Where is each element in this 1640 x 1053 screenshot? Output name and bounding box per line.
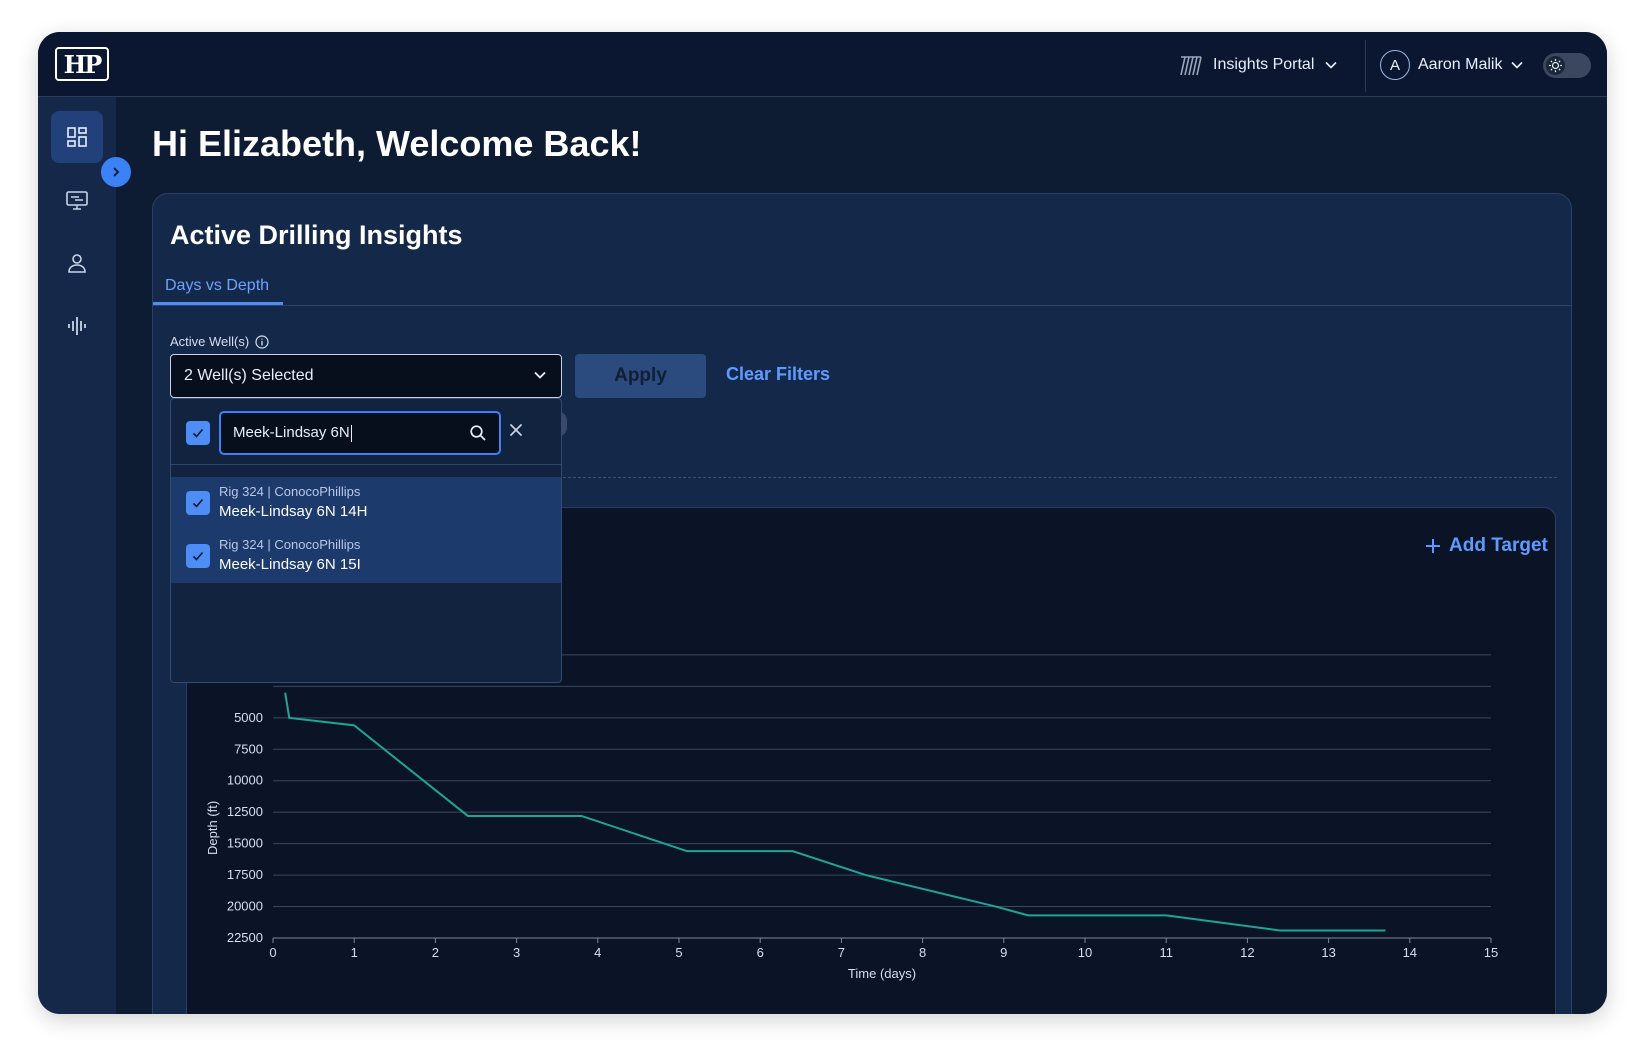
hp-logo[interactable]: HP (55, 47, 109, 81)
x-tick-label: 10 (1078, 945, 1092, 960)
sidebar-item-dashboard[interactable] (51, 111, 103, 163)
y-tick-label: 7500 (234, 741, 263, 756)
welcome-heading: Hi Elizabeth, Welcome Back! (152, 123, 642, 164)
operator-name: ConocoPhillips (274, 537, 361, 552)
y-tick-label: 17500 (227, 867, 263, 882)
theme-toggle[interactable] (1543, 53, 1591, 78)
dashboard-icon (67, 127, 87, 147)
well-option[interactable]: Rig 324 | ConocoPhillips Meek-Lindsay 6N… (171, 530, 561, 583)
x-tick-label: 15 (1484, 945, 1498, 960)
active-wells-label-text: Active Well(s) (170, 334, 250, 349)
y-axis-label: Depth (ft) (205, 801, 220, 855)
well-option-checkbox[interactable] (186, 491, 210, 515)
waveform-icon (68, 317, 86, 335)
y-tick-label: 10000 (227, 773, 263, 788)
x-tick-label: 8 (919, 945, 926, 960)
x-tick-label: 14 (1403, 945, 1417, 960)
x-tick-label: 7 (838, 945, 845, 960)
sidebar (38, 97, 116, 1014)
operator-name: ConocoPhillips (274, 484, 361, 499)
insights-card: Active Drilling Insights Days vs Depth A… (152, 193, 1572, 1014)
apply-button[interactable]: Apply (575, 354, 706, 398)
chevron-down-icon (1325, 61, 1337, 69)
wells-select[interactable]: 2 Well(s) Selected (170, 354, 562, 398)
y-tick-label: 12500 (227, 804, 263, 819)
y-tick-label: 20000 (227, 899, 263, 914)
active-wells-label: Active Well(s) (170, 334, 269, 349)
check-icon (192, 551, 204, 561)
x-tick-label: 6 (757, 945, 764, 960)
x-tick-label: 11 (1159, 945, 1173, 960)
well-option-subtitle: Rig 324 | ConocoPhillips (219, 537, 361, 552)
wells-dropdown: Meek-Lindsay 6N Rig 324 | ConocoPhillips… (170, 398, 562, 683)
user-icon (68, 254, 86, 273)
x-tick-label: 12 (1240, 945, 1254, 960)
rig-name: Rig 324 (219, 484, 264, 499)
y-tick-label: 22500 (227, 930, 263, 945)
check-icon (192, 498, 204, 508)
x-tick-label: 1 (351, 945, 358, 960)
x-axis-label: Time (days) (848, 966, 916, 981)
sidebar-expand-button[interactable] (101, 157, 131, 187)
x-tick-label: 2 (432, 945, 439, 960)
well-option[interactable]: Rig 324 | ConocoPhillips Meek-Lindsay 6N… (171, 477, 561, 530)
well-name: Meek-Lindsay 6N 14H (219, 503, 368, 520)
dropdown-divider (171, 464, 561, 465)
x-tick-label: 3 (513, 945, 520, 960)
tab-days-vs-depth[interactable]: Days vs Depth (153, 272, 283, 305)
x-tick-label: 4 (594, 945, 601, 960)
close-icon[interactable] (508, 422, 524, 438)
portal-switcher[interactable]: Insights Portal (1179, 51, 1338, 79)
check-icon (192, 428, 204, 438)
top-bar: HP Insights Portal A Aaron Malik (38, 32, 1607, 97)
x-tick-label: 0 (269, 945, 276, 960)
portal-icon (1180, 56, 1202, 76)
divider (1365, 40, 1366, 92)
avatar: A (1380, 50, 1410, 80)
x-tick-label: 5 (675, 945, 682, 960)
well-option-checkbox[interactable] (186, 544, 210, 568)
search-icon[interactable] (469, 424, 487, 442)
x-tick-label: 13 (1321, 945, 1335, 960)
well-search-input[interactable]: Meek-Lindsay 6N (219, 411, 501, 455)
monitor-icon (66, 191, 88, 210)
chevron-down-icon (534, 371, 546, 379)
app-window: HP Insights Portal A Aaron Malik Hi Eliz… (38, 32, 1607, 1014)
tab-divider (153, 305, 1571, 306)
text-caret (350, 424, 352, 442)
depth-series-line (284, 692, 1386, 932)
user-menu[interactable]: A Aaron Malik (1380, 49, 1524, 81)
well-option-subtitle: Rig 324 | ConocoPhillips (219, 484, 361, 499)
wells-select-value: 2 Well(s) Selected (184, 367, 314, 384)
y-tick-label: 15000 (227, 836, 263, 851)
portal-label: Insights Portal (1213, 56, 1315, 73)
dashed-divider (563, 477, 1557, 478)
rig-name: Rig 324 (219, 537, 264, 552)
x-tick-label: 9 (1000, 945, 1007, 960)
chevron-down-icon (1511, 61, 1524, 69)
sidebar-item-monitor[interactable] (51, 174, 103, 226)
info-icon[interactable] (255, 334, 269, 349)
well-name: Meek-Lindsay 6N 15I (219, 556, 361, 573)
sidebar-item-signals[interactable] (51, 300, 103, 352)
y-tick-label: 5000 (234, 710, 263, 725)
well-search-value: Meek-Lindsay 6N (233, 424, 350, 441)
card-title: Active Drilling Insights (170, 220, 463, 250)
clear-filters-link[interactable]: Clear Filters (726, 364, 830, 385)
sun-icon (1546, 56, 1565, 75)
chevron-right-icon (113, 167, 120, 177)
sidebar-item-profile[interactable] (51, 237, 103, 289)
user-name: Aaron Malik (1418, 56, 1503, 73)
select-all-checkbox[interactable] (186, 421, 210, 445)
